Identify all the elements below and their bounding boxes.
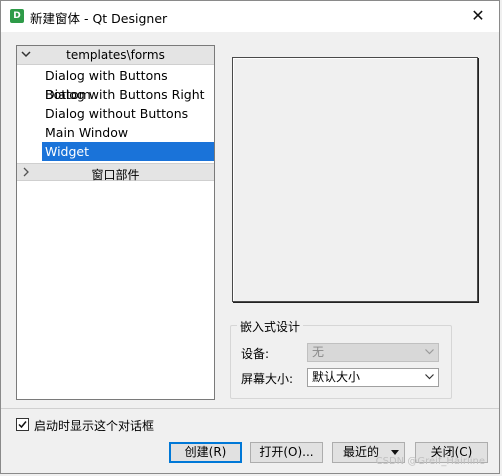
window-title: 新建窗体 - Qt Designer: [30, 11, 168, 26]
screen-size-value: 默认大小: [312, 370, 361, 384]
dropdown-arrow-icon[interactable]: [391, 450, 399, 455]
tree-item-dialog-without-buttons[interactable]: Dialog without Buttons: [42, 104, 214, 123]
tree-item-main-window[interactable]: Main Window: [42, 123, 214, 142]
template-tree[interactable]: templates\forms Dialog with Buttons Bott…: [16, 45, 215, 400]
divider: [1, 408, 499, 409]
create-button[interactable]: 创建(R): [169, 442, 242, 463]
tree-item-widget[interactable]: Widget: [42, 142, 214, 161]
show-on-startup-checkbox[interactable]: [16, 418, 29, 431]
open-button[interactable]: 打开(O)...: [250, 442, 323, 463]
qt-designer-icon: D: [10, 9, 24, 23]
chevron-down-icon[interactable]: [425, 374, 434, 380]
chevron-down-icon: [425, 349, 434, 355]
recent-label: 最近的: [343, 445, 380, 459]
device-value: 无: [312, 345, 325, 359]
new-form-dialog: D 新建窗体 - Qt Designer ✕ templates\forms D…: [0, 0, 500, 474]
device-select: 无: [307, 343, 439, 362]
tree-item-dialog-buttons-bottom[interactable]: Dialog with Buttons Bottom: [42, 66, 214, 102]
device-label: 设备:: [241, 347, 270, 361]
screen-size-label: 屏幕大小:: [241, 372, 294, 386]
embedded-design-group: [230, 325, 452, 399]
close-window-button[interactable]: ✕: [463, 3, 493, 29]
tree-group-widgets[interactable]: 窗口部件: [17, 163, 214, 182]
screen-size-select[interactable]: 默认大小: [307, 368, 439, 387]
tree-group-templates-forms[interactable]: templates\forms: [17, 46, 214, 65]
embedded-design-title: 嵌入式设计: [237, 318, 304, 335]
checkmark-icon: [18, 421, 27, 429]
watermark: CSDN @Greif_Hairline: [375, 456, 485, 467]
tree-item-dialog-buttons-right[interactable]: Dialog with Buttons Right: [42, 85, 214, 104]
tree-group-label: templates\forms: [66, 48, 165, 62]
form-preview: [232, 57, 478, 302]
title-bar: D 新建窗体 - Qt Designer ✕: [1, 1, 499, 32]
show-on-startup-label[interactable]: 启动时显示这个对话框: [34, 417, 154, 434]
tree-group-widgets-label: 窗口部件: [91, 168, 140, 182]
